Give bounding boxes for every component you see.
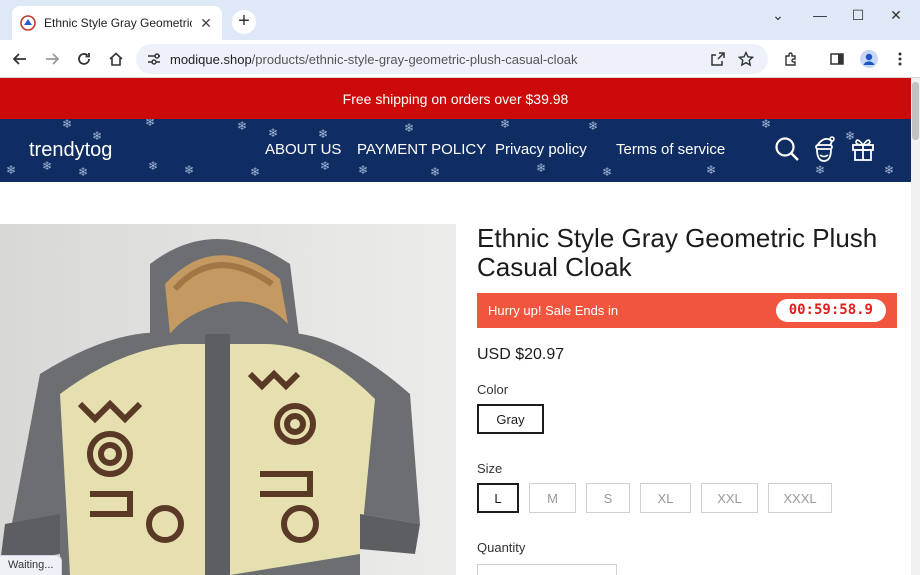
color-option-gray[interactable]: Gray bbox=[477, 404, 544, 434]
snowflake-icon: ❄ bbox=[706, 163, 717, 177]
site-favicon-icon bbox=[20, 15, 36, 31]
profile-avatar-icon[interactable] bbox=[857, 47, 881, 71]
status-bar: Waiting... bbox=[0, 555, 63, 575]
side-panel-icon[interactable] bbox=[825, 47, 849, 71]
snowflake-icon: ❄ bbox=[148, 159, 159, 173]
url-path: /products/ethnic-style-gray-geometric-pl… bbox=[251, 51, 578, 67]
nav-terms-of-service[interactable]: Terms of service bbox=[616, 141, 725, 158]
announcement-bar: Free shipping on orders over $39.98 bbox=[0, 78, 911, 119]
snowflake-icon: ❄ bbox=[145, 119, 156, 129]
site-info-icon[interactable] bbox=[146, 51, 162, 67]
nav-payment-policy[interactable]: PAYMENT POLICY bbox=[357, 141, 486, 158]
size-option-l[interactable]: L bbox=[477, 483, 519, 513]
sale-text: Hurry up! Sale Ends in bbox=[488, 303, 619, 318]
browser-title-bar: Ethnic Style Gray Geometric Plush Casual… bbox=[0, 0, 920, 40]
snowflake-icon: ❄ bbox=[884, 163, 895, 177]
size-option-xxl[interactable]: XXL bbox=[701, 483, 758, 513]
sale-countdown-bar: Hurry up! Sale Ends in 00:59:58.9 bbox=[477, 293, 897, 328]
color-label: Color bbox=[477, 382, 509, 397]
account-santa-icon[interactable] bbox=[810, 134, 838, 164]
browser-toolbar: modique.shop/products/ethnic-style-gray-… bbox=[0, 40, 920, 78]
snowflake-icon: ❄ bbox=[500, 119, 511, 131]
snowflake-icon: ❄ bbox=[62, 119, 73, 131]
tab-title: Ethnic Style Gray Geometric Plush Casual… bbox=[44, 16, 192, 30]
size-option-xxxl[interactable]: XXXL bbox=[768, 483, 832, 513]
size-option-s[interactable]: S bbox=[586, 483, 630, 513]
close-window-button[interactable]: ✕ bbox=[881, 4, 911, 26]
snowflake-icon: ❄ bbox=[815, 163, 826, 177]
snowflake-icon: ❄ bbox=[318, 127, 329, 141]
snowflake-icon: ❄ bbox=[761, 119, 772, 131]
quantity-label: Quantity bbox=[477, 540, 526, 555]
share-icon[interactable] bbox=[706, 47, 730, 71]
site-logo[interactable]: trendytog bbox=[29, 139, 112, 162]
new-tab-button[interactable]: + bbox=[232, 10, 256, 34]
snowflake-icon: ❄ bbox=[320, 159, 331, 173]
snowflake-icon: ❄ bbox=[268, 126, 279, 140]
snowflake-icon: ❄ bbox=[78, 165, 89, 179]
snowflake-icon: ❄ bbox=[184, 163, 195, 177]
browser-menu-icon[interactable] bbox=[888, 47, 912, 71]
quantity-stepper[interactable] bbox=[477, 564, 617, 575]
product-price: USD $20.97 bbox=[477, 346, 565, 363]
maximize-button[interactable]: ☐ bbox=[843, 4, 873, 26]
tab-close-icon[interactable]: ✕ bbox=[198, 15, 214, 31]
nav-about-us[interactable]: ABOUT US bbox=[265, 141, 341, 158]
page-scrollbar[interactable] bbox=[911, 78, 920, 575]
home-icon bbox=[109, 52, 123, 66]
address-bar[interactable]: modique.shop/products/ethnic-style-gray-… bbox=[136, 44, 768, 74]
product-title: Ethnic Style Gray Geometric Plush Casual… bbox=[477, 223, 878, 282]
url-text: modique.shop/products/ethnic-style-gray-… bbox=[170, 52, 578, 67]
url-host: modique.shop bbox=[170, 51, 252, 67]
snowflake-icon: ❄ bbox=[536, 161, 547, 175]
snowflake-icon: ❄ bbox=[237, 119, 248, 133]
snowflake-icon: ❄ bbox=[6, 163, 17, 177]
search-icon[interactable] bbox=[773, 134, 801, 164]
forward-arrow-icon bbox=[46, 53, 60, 65]
forward-button[interactable] bbox=[40, 47, 64, 71]
snowflake-icon: ❄ bbox=[602, 165, 613, 179]
web-page: Free shipping on orders over $39.98 ❄ ❄ … bbox=[0, 78, 911, 575]
gift-icon[interactable] bbox=[849, 134, 877, 164]
product-image[interactable] bbox=[0, 224, 456, 575]
size-option-m[interactable]: M bbox=[529, 483, 576, 513]
tab-search-chevron-icon[interactable]: ⌄ bbox=[763, 4, 793, 26]
browser-tab[interactable]: Ethnic Style Gray Geometric Plush Casual… bbox=[12, 6, 222, 40]
back-arrow-icon bbox=[12, 53, 26, 65]
reload-button[interactable] bbox=[72, 47, 96, 71]
extensions-icon[interactable] bbox=[779, 47, 803, 71]
snowflake-icon: ❄ bbox=[358, 163, 369, 177]
snowflake-icon: ❄ bbox=[430, 165, 441, 179]
back-button[interactable] bbox=[8, 47, 32, 71]
nav-privacy-policy[interactable]: Privacy policy bbox=[495, 141, 587, 158]
snowflake-icon: ❄ bbox=[404, 121, 415, 135]
countdown-timer: 00:59:58.9 bbox=[775, 299, 886, 322]
reload-icon bbox=[78, 53, 90, 65]
bookmark-star-icon[interactable] bbox=[734, 47, 758, 71]
minimize-button[interactable]: — bbox=[805, 4, 835, 26]
size-label: Size bbox=[477, 461, 503, 476]
size-option-xl[interactable]: XL bbox=[640, 483, 691, 513]
snowflake-icon: ❄ bbox=[250, 165, 261, 179]
site-header: ❄ ❄ ❄ ❄ ❄ ❄ ❄ ❄ ❄ ❄ ❄ ❄ ❄ ❄ ❄ ❄ ❄ ❄ ❄ ❄ … bbox=[0, 119, 911, 182]
snowflake-icon: ❄ bbox=[588, 119, 599, 133]
scrollbar-thumb[interactable] bbox=[912, 82, 919, 140]
home-button[interactable] bbox=[104, 47, 128, 71]
